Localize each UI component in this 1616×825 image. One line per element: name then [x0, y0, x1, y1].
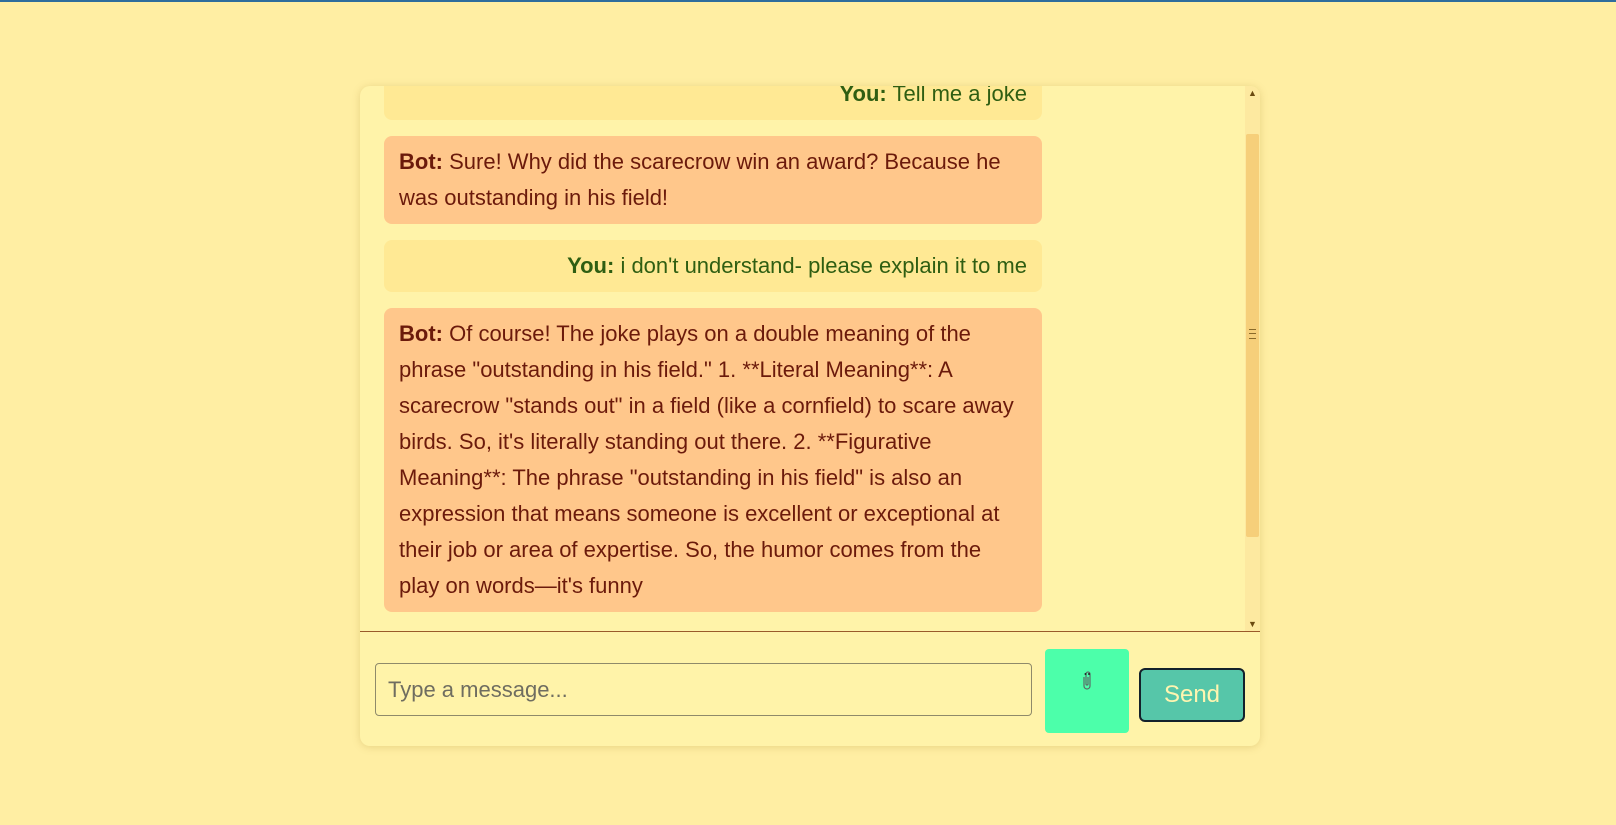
- scrollbar-grip-icon: [1249, 329, 1256, 339]
- input-bar: Send: [360, 632, 1260, 746]
- scroll-up-arrow-icon[interactable]: ▲: [1245, 86, 1260, 100]
- messages-container: You: Tell me a joke Bot: Sure! Why did t…: [384, 86, 1042, 628]
- message-bot: Bot: Sure! Why did the scarecrow win an …: [384, 136, 1042, 224]
- chat-window: You: Tell me a joke Bot: Sure! Why did t…: [360, 86, 1260, 746]
- message-speaker: Bot:: [399, 149, 443, 174]
- top-border: [0, 0, 1616, 2]
- message-user: You: i don't understand- please explain …: [384, 240, 1042, 292]
- message-speaker: You:: [567, 253, 615, 278]
- message-text: Of course! The joke plays on a double me…: [399, 321, 1014, 598]
- message-user: You: Tell me a joke: [384, 86, 1042, 120]
- scrollbar-thumb[interactable]: [1246, 134, 1259, 537]
- message-list-scrollbar[interactable]: ▲ ▼: [1245, 86, 1260, 631]
- message-bot: Bot: Of course! The joke plays on a doub…: [384, 308, 1042, 612]
- message-text: Tell me a joke: [892, 86, 1027, 106]
- message-input[interactable]: [375, 663, 1032, 716]
- message-speaker: You:: [839, 86, 887, 106]
- attach-button[interactable]: [1045, 649, 1129, 733]
- message-speaker: Bot:: [399, 321, 443, 346]
- message-list[interactable]: You: Tell me a joke Bot: Sure! Why did t…: [360, 86, 1260, 632]
- send-button[interactable]: Send: [1139, 668, 1245, 722]
- message-text: i don't understand- please explain it to…: [620, 253, 1027, 278]
- message-text: Sure! Why did the scarecrow win an award…: [399, 149, 1001, 210]
- paperclip-icon: [1083, 671, 1091, 690]
- scroll-down-arrow-icon[interactable]: ▼: [1245, 617, 1260, 631]
